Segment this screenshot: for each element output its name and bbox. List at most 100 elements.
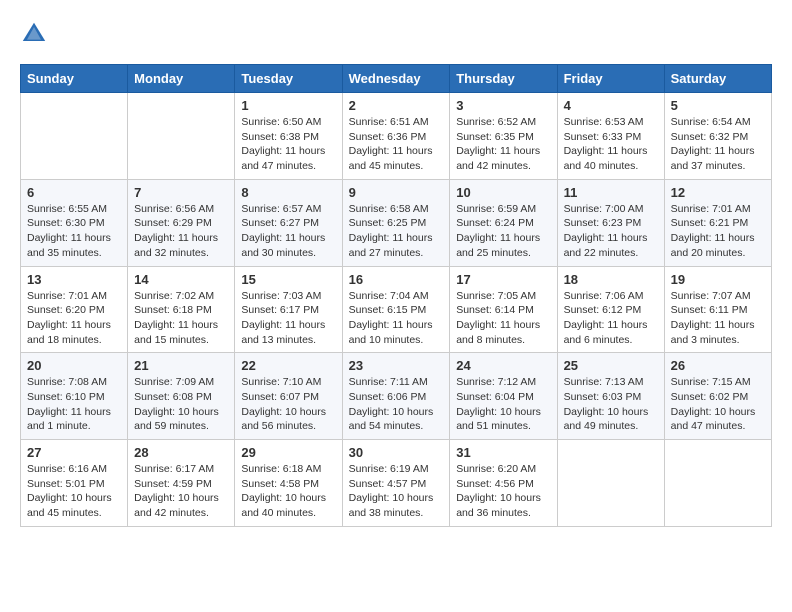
day-content: Sunrise: 6:58 AM Sunset: 6:25 PM Dayligh…: [349, 202, 444, 261]
calendar-table: SundayMondayTuesdayWednesdayThursdayFrid…: [20, 64, 772, 527]
day-header-wednesday: Wednesday: [342, 65, 450, 93]
calendar-cell: 6 Sunrise: 6:55 AM Sunset: 6:30 PM Daylig…: [21, 179, 128, 266]
calendar-cell: 3 Sunrise: 6:52 AM Sunset: 6:35 PM Daylig…: [450, 93, 557, 180]
calendar-cell: 13 Sunrise: 7:01 AM Sunset: 6:20 PM Dayli…: [21, 266, 128, 353]
calendar-cell: 29 Sunrise: 6:18 AM Sunset: 4:58 PM Dayli…: [235, 440, 342, 527]
day-number: 28: [134, 445, 228, 460]
calendar-cell: 14 Sunrise: 7:02 AM Sunset: 6:18 PM Dayli…: [128, 266, 235, 353]
day-number: 27: [27, 445, 121, 460]
calendar-cell: 25 Sunrise: 7:13 AM Sunset: 6:03 PM Dayli…: [557, 353, 664, 440]
calendar-cell: 31 Sunrise: 6:20 AM Sunset: 4:56 PM Dayli…: [450, 440, 557, 527]
calendar-cell: 18Sunrise: 7:06 AM Sunset: 6:12 PM Dayli…: [557, 266, 664, 353]
day-header-monday: Monday: [128, 65, 235, 93]
calendar-cell: 17 Sunrise: 7:05 AM Sunset: 6:14 PM Dayli…: [450, 266, 557, 353]
calendar-cell: 15Sunrise: 7:03 AM Sunset: 6:17 PM Dayli…: [235, 266, 342, 353]
calendar-cell: 1Sunrise: 6:50 AM Sunset: 6:38 PM Daylig…: [235, 93, 342, 180]
day-header-friday: Friday: [557, 65, 664, 93]
day-header-saturday: Saturday: [664, 65, 771, 93]
day-number: 14: [134, 272, 228, 287]
day-content: Sunrise: 7:07 AM Sunset: 6:11 PM Dayligh…: [671, 289, 765, 348]
day-content: Sunrise: 7:01 AM Sunset: 6:20 PM Dayligh…: [27, 289, 121, 348]
day-number: 15: [241, 272, 335, 287]
calendar-cell: 2Sunrise: 6:51 AM Sunset: 6:36 PM Daylig…: [342, 93, 450, 180]
day-number: 7: [134, 185, 228, 200]
calendar-header-row: SundayMondayTuesdayWednesdayThursdayFrid…: [21, 65, 772, 93]
day-number: 10: [456, 185, 550, 200]
day-content: Sunrise: 7:09 AM Sunset: 6:08 PM Dayligh…: [134, 375, 228, 434]
day-content: Sunrise: 7:02 AM Sunset: 6:18 PM Dayligh…: [134, 289, 228, 348]
day-number: 23: [349, 358, 444, 373]
day-content: Sunrise: 6:56 AM Sunset: 6:29 PM Dayligh…: [134, 202, 228, 261]
day-number: 9: [349, 185, 444, 200]
day-number: 31: [456, 445, 550, 460]
calendar-cell: 7 Sunrise: 6:56 AM Sunset: 6:29 PM Daylig…: [128, 179, 235, 266]
calendar-cell: 21Sunrise: 7:09 AM Sunset: 6:08 PM Dayli…: [128, 353, 235, 440]
calendar-cell: 10Sunrise: 6:59 AM Sunset: 6:24 PM Dayli…: [450, 179, 557, 266]
day-number: 4: [564, 98, 658, 113]
calendar-cell: 26Sunrise: 7:15 AM Sunset: 6:02 PM Dayli…: [664, 353, 771, 440]
day-number: 26: [671, 358, 765, 373]
calendar-week-row: 20 Sunrise: 7:08 AM Sunset: 6:10 PM Dayli…: [21, 353, 772, 440]
calendar-cell: [557, 440, 664, 527]
calendar-cell: 5 Sunrise: 6:54 AM Sunset: 6:32 PM Daylig…: [664, 93, 771, 180]
calendar-cell: [664, 440, 771, 527]
calendar-week-row: 27Sunrise: 6:16 AM Sunset: 5:01 PM Dayli…: [21, 440, 772, 527]
day-number: 22: [241, 358, 335, 373]
day-header-thursday: Thursday: [450, 65, 557, 93]
calendar-cell: 23 Sunrise: 7:11 AM Sunset: 6:06 PM Dayli…: [342, 353, 450, 440]
logo-icon: [20, 20, 48, 48]
calendar-cell: [21, 93, 128, 180]
calendar-cell: 27Sunrise: 6:16 AM Sunset: 5:01 PM Dayli…: [21, 440, 128, 527]
day-number: 2: [349, 98, 444, 113]
page-header: [20, 20, 772, 48]
day-content: Sunrise: 6:18 AM Sunset: 4:58 PM Dayligh…: [241, 462, 335, 521]
day-number: 11: [564, 185, 658, 200]
day-number: 12: [671, 185, 765, 200]
day-content: Sunrise: 7:08 AM Sunset: 6:10 PM Dayligh…: [27, 375, 121, 434]
day-content: Sunrise: 6:52 AM Sunset: 6:35 PM Dayligh…: [456, 115, 550, 174]
day-content: Sunrise: 6:17 AM Sunset: 4:59 PM Dayligh…: [134, 462, 228, 521]
calendar-cell: 24 Sunrise: 7:12 AM Sunset: 6:04 PM Dayli…: [450, 353, 557, 440]
day-header-tuesday: Tuesday: [235, 65, 342, 93]
day-number: 30: [349, 445, 444, 460]
day-number: 3: [456, 98, 550, 113]
day-number: 16: [349, 272, 444, 287]
calendar-cell: 8Sunrise: 6:57 AM Sunset: 6:27 PM Daylig…: [235, 179, 342, 266]
day-number: 13: [27, 272, 121, 287]
day-content: Sunrise: 6:54 AM Sunset: 6:32 PM Dayligh…: [671, 115, 765, 174]
day-number: 18: [564, 272, 658, 287]
calendar-cell: 12 Sunrise: 7:01 AM Sunset: 6:21 PM Dayli…: [664, 179, 771, 266]
day-header-sunday: Sunday: [21, 65, 128, 93]
day-number: 24: [456, 358, 550, 373]
calendar-cell: [128, 93, 235, 180]
calendar-cell: 22 Sunrise: 7:10 AM Sunset: 6:07 PM Dayli…: [235, 353, 342, 440]
day-number: 6: [27, 185, 121, 200]
day-number: 19: [671, 272, 765, 287]
day-number: 29: [241, 445, 335, 460]
day-content: Sunrise: 7:00 AM Sunset: 6:23 PM Dayligh…: [564, 202, 658, 261]
calendar-cell: 30Sunrise: 6:19 AM Sunset: 4:57 PM Dayli…: [342, 440, 450, 527]
calendar-cell: 11 Sunrise: 7:00 AM Sunset: 6:23 PM Dayli…: [557, 179, 664, 266]
day-content: Sunrise: 7:01 AM Sunset: 6:21 PM Dayligh…: [671, 202, 765, 261]
day-content: Sunrise: 7:13 AM Sunset: 6:03 PM Dayligh…: [564, 375, 658, 434]
day-number: 1: [241, 98, 335, 113]
calendar-week-row: 6 Sunrise: 6:55 AM Sunset: 6:30 PM Daylig…: [21, 179, 772, 266]
day-content: Sunrise: 7:05 AM Sunset: 6:14 PM Dayligh…: [456, 289, 550, 348]
calendar-cell: 28 Sunrise: 6:17 AM Sunset: 4:59 PM Dayli…: [128, 440, 235, 527]
day-content: Sunrise: 7:10 AM Sunset: 6:07 PM Dayligh…: [241, 375, 335, 434]
calendar-week-row: 1Sunrise: 6:50 AM Sunset: 6:38 PM Daylig…: [21, 93, 772, 180]
day-content: Sunrise: 6:20 AM Sunset: 4:56 PM Dayligh…: [456, 462, 550, 521]
calendar-cell: 20 Sunrise: 7:08 AM Sunset: 6:10 PM Dayli…: [21, 353, 128, 440]
day-number: 25: [564, 358, 658, 373]
day-content: Sunrise: 7:12 AM Sunset: 6:04 PM Dayligh…: [456, 375, 550, 434]
day-content: Sunrise: 7:11 AM Sunset: 6:06 PM Dayligh…: [349, 375, 444, 434]
day-number: 17: [456, 272, 550, 287]
day-number: 20: [27, 358, 121, 373]
calendar-cell: 4Sunrise: 6:53 AM Sunset: 6:33 PM Daylig…: [557, 93, 664, 180]
day-content: Sunrise: 6:55 AM Sunset: 6:30 PM Dayligh…: [27, 202, 121, 261]
calendar-cell: 16Sunrise: 7:04 AM Sunset: 6:15 PM Dayli…: [342, 266, 450, 353]
calendar-week-row: 13 Sunrise: 7:01 AM Sunset: 6:20 PM Dayli…: [21, 266, 772, 353]
day-content: Sunrise: 6:57 AM Sunset: 6:27 PM Dayligh…: [241, 202, 335, 261]
logo: [20, 20, 52, 48]
day-number: 5: [671, 98, 765, 113]
